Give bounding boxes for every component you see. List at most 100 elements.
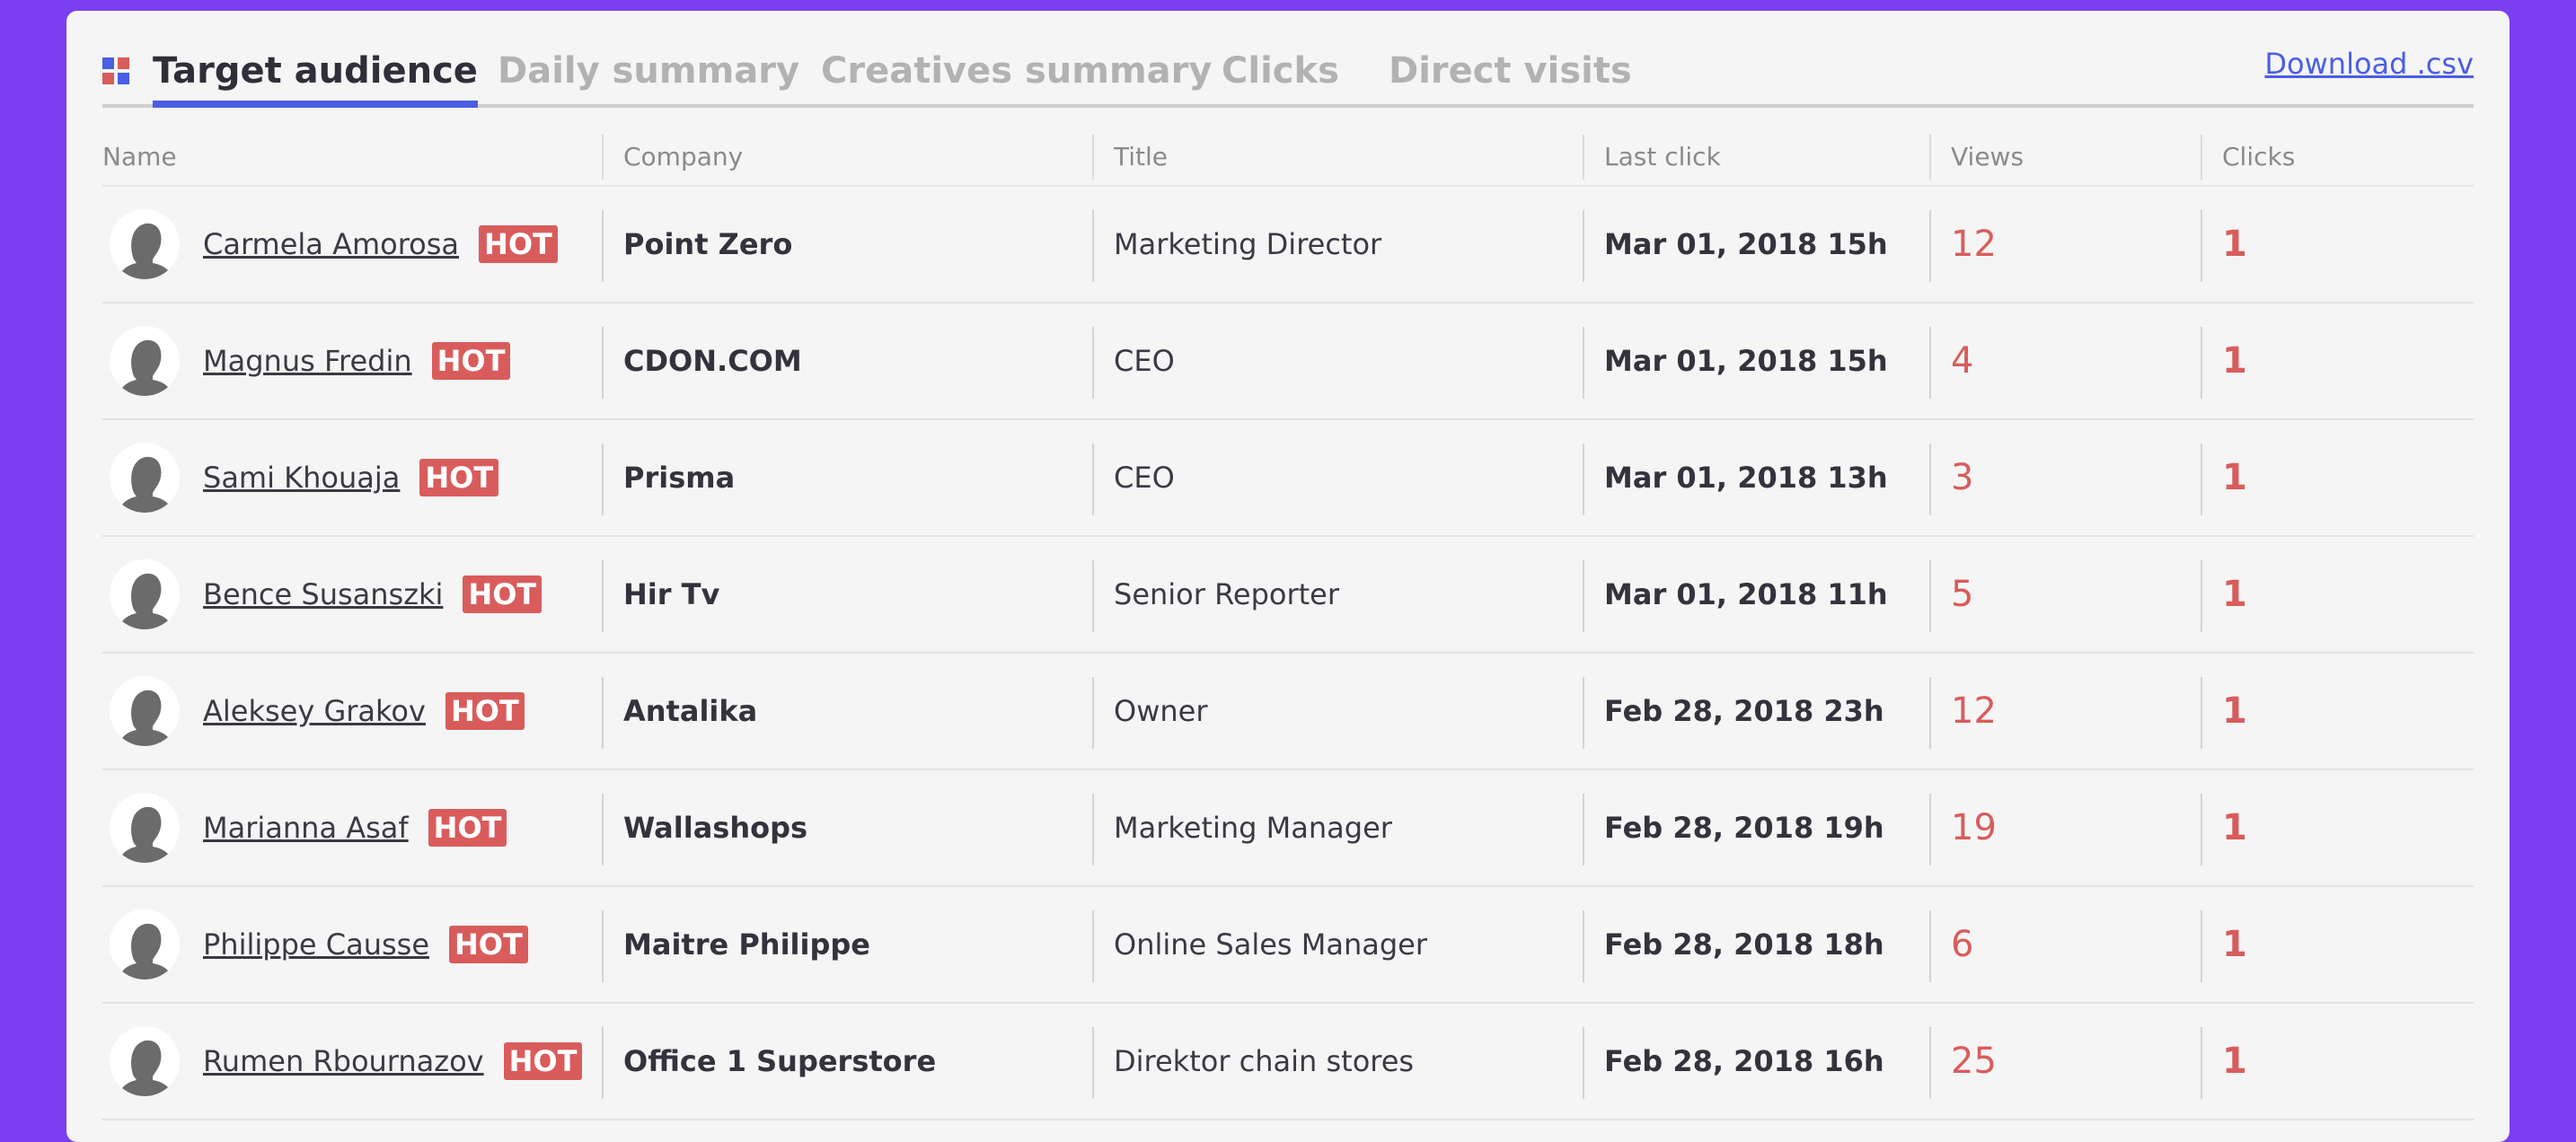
tab-daily-summary[interactable]: Daily summary: [498, 50, 799, 108]
grid-logo-icon: [102, 57, 131, 86]
company-name: CDON.COM: [623, 344, 802, 378]
contact-name-link[interactable]: Carmela Amorosa: [203, 227, 459, 261]
name-cell: Marianna Asaf HOT: [102, 770, 507, 885]
job-title: Senior Reporter: [1114, 577, 1339, 611]
name-cell: Bence Susanszki HOT: [102, 537, 543, 652]
last-click-time: Mar 01, 2018 11h: [1604, 577, 1888, 611]
table-row[interactable]: Marianna Asaf HOT Wallashops Marketing M…: [102, 770, 2474, 887]
hot-badge: HOT: [503, 1042, 583, 1080]
column-header-views[interactable]: Views: [1928, 135, 2024, 180]
table-body: Carmela Amorosa HOT Point Zero Marketing…: [102, 187, 2474, 1120]
hot-badge: HOT: [419, 459, 499, 496]
job-title: Online Sales Manager: [1114, 927, 1427, 962]
report-card: Target audience Daily summary Creatives …: [66, 11, 2510, 1142]
clicks-count: 1: [2222, 224, 2247, 265]
views-count: 12: [1951, 224, 1997, 265]
report-panel: Target audience Daily summary Creatives …: [102, 11, 2474, 1120]
tab-direct-visits[interactable]: Direct visits: [1389, 50, 1632, 108]
last-click-time: Feb 28, 2018 18h: [1604, 927, 1884, 962]
contact-name-link[interactable]: Sami Khouaja: [203, 461, 400, 495]
table-row[interactable]: Magnus Fredin HOT CDON.COM CEO Mar 01, 2…: [102, 303, 2474, 420]
name-cell: Aleksey Grakov HOT: [102, 654, 525, 769]
avatar: [110, 676, 180, 746]
tab-creatives-summary[interactable]: Creatives summary: [821, 50, 1212, 108]
person-silhouette-icon: [119, 573, 172, 629]
column-header-name[interactable]: Name: [102, 142, 177, 171]
column-header-company[interactable]: Company: [601, 135, 743, 180]
tab-target-audience[interactable]: Target audience: [153, 50, 478, 108]
last-click-time: Feb 28, 2018 16h: [1604, 1044, 1884, 1078]
clicks-count: 1: [2222, 807, 2247, 848]
job-title: Owner: [1114, 694, 1208, 728]
company-name: Point Zero: [623, 227, 793, 261]
table-header: Name Company Title Last click Views Clic…: [102, 108, 2474, 187]
job-title: Marketing Director: [1114, 227, 1382, 261]
company-name: Hir Tv: [623, 577, 720, 611]
last-click-time: Feb 28, 2018 23h: [1604, 694, 1884, 728]
column-header-clicks[interactable]: Clicks: [2200, 135, 2295, 180]
views-count: 3: [1951, 457, 1974, 498]
hot-badge: HOT: [479, 225, 558, 263]
last-click-time: Feb 28, 2018 19h: [1604, 811, 1884, 845]
hot-badge: HOT: [463, 575, 543, 613]
name-cell: Carmela Amorosa HOT: [102, 187, 558, 302]
table-row[interactable]: Carmela Amorosa HOT Point Zero Marketing…: [102, 187, 2474, 303]
company-name: Office 1 Superstore: [623, 1044, 937, 1078]
clicks-count: 1: [2222, 574, 2247, 615]
views-count: 12: [1951, 690, 1997, 732]
name-cell: Magnus Fredin HOT: [102, 303, 511, 418]
hot-badge: HOT: [449, 926, 528, 963]
views-count: 19: [1951, 807, 1997, 848]
avatar: [110, 909, 180, 979]
job-title: Marketing Manager: [1114, 811, 1392, 845]
last-click-time: Mar 01, 2018 13h: [1604, 461, 1888, 495]
download-csv-link[interactable]: Download .csv: [2264, 47, 2474, 81]
clicks-count: 1: [2222, 690, 2247, 732]
tab-bar: Target audience Daily summary Creatives …: [102, 11, 2474, 108]
person-silhouette-icon: [119, 223, 172, 279]
hot-badge: HOT: [445, 692, 525, 730]
last-click-time: Mar 01, 2018 15h: [1604, 227, 1888, 261]
column-header-title[interactable]: Title: [1091, 135, 1168, 180]
clicks-count: 1: [2222, 340, 2247, 382]
contact-name-link[interactable]: Rumen Rbournazov: [203, 1044, 484, 1078]
contact-name-link[interactable]: Magnus Fredin: [203, 344, 412, 378]
name-cell: Sami Khouaja HOT: [102, 420, 499, 535]
person-silhouette-icon: [119, 806, 172, 863]
name-cell: Rumen Rbournazov HOT: [102, 1004, 583, 1119]
avatar: [110, 559, 180, 629]
job-title: CEO: [1114, 461, 1175, 495]
table-row[interactable]: Rumen Rbournazov HOT Office 1 Superstore…: [102, 1004, 2474, 1120]
avatar: [110, 1026, 180, 1096]
company-name: Wallashops: [623, 811, 808, 845]
contact-name-link[interactable]: Bence Susanszki: [203, 577, 443, 611]
contact-name-link[interactable]: Philippe Causse: [203, 927, 429, 962]
clicks-count: 1: [2222, 924, 2247, 965]
hot-badge: HOT: [431, 342, 511, 380]
person-silhouette-icon: [119, 690, 172, 746]
person-silhouette-icon: [119, 1040, 172, 1096]
avatar: [110, 443, 180, 513]
views-count: 4: [1951, 340, 1974, 382]
company-name: Maitre Philippe: [623, 927, 870, 962]
table-row[interactable]: Philippe Causse HOT Maitre Philippe Onli…: [102, 887, 2474, 1004]
contact-name-link[interactable]: Aleksey Grakov: [203, 694, 426, 728]
column-header-last-click[interactable]: Last click: [1583, 135, 1721, 180]
person-silhouette-icon: [119, 339, 172, 396]
hot-badge: HOT: [428, 809, 507, 847]
avatar: [110, 326, 180, 396]
clicks-count: 1: [2222, 1041, 2247, 1082]
contact-name-link[interactable]: Marianna Asaf: [203, 811, 409, 845]
tab-clicks[interactable]: Clicks: [1222, 50, 1339, 108]
avatar: [110, 209, 180, 279]
views-count: 6: [1951, 924, 1974, 965]
table-row[interactable]: Bence Susanszki HOT Hir Tv Senior Report…: [102, 537, 2474, 654]
views-count: 25: [1951, 1041, 1997, 1082]
table-row[interactable]: Sami Khouaja HOT Prisma CEO Mar 01, 2018…: [102, 420, 2474, 537]
last-click-time: Mar 01, 2018 15h: [1604, 344, 1888, 378]
table-row[interactable]: Aleksey Grakov HOT Antalika Owner Feb 28…: [102, 654, 2474, 770]
clicks-count: 1: [2222, 457, 2247, 498]
person-silhouette-icon: [119, 456, 172, 513]
name-cell: Philippe Causse HOT: [102, 887, 528, 1002]
views-count: 5: [1951, 574, 1974, 615]
